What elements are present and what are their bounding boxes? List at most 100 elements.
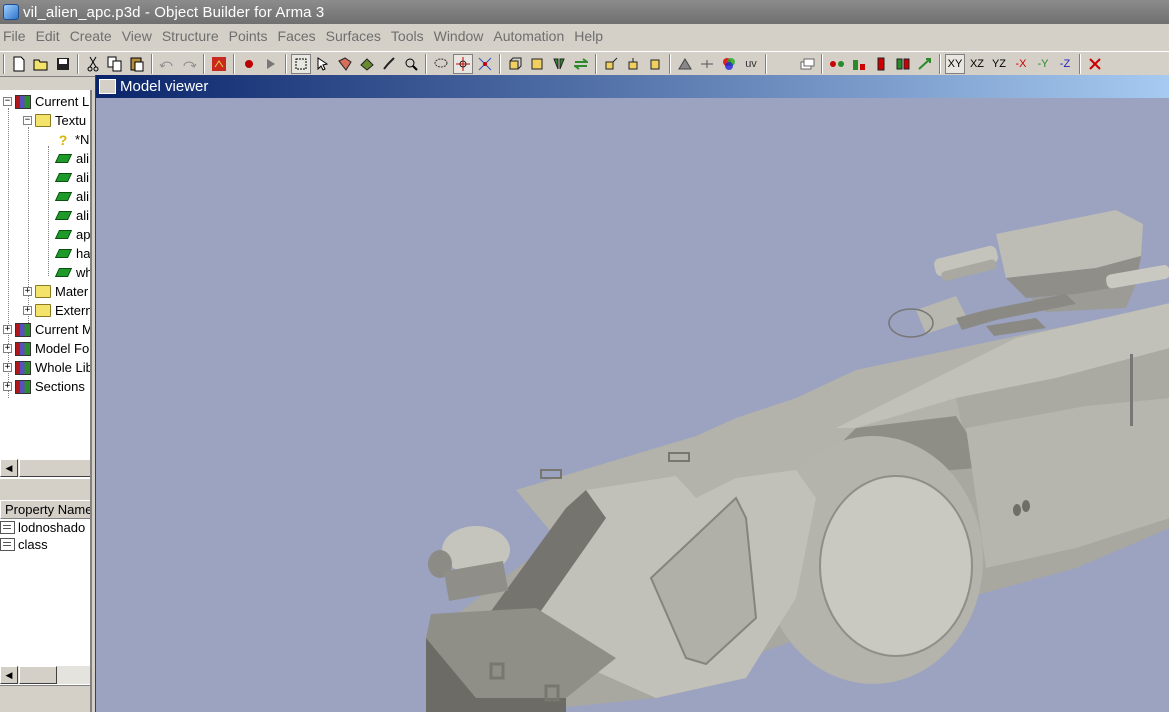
expand-icon[interactable]: +: [23, 306, 32, 315]
flip-button[interactable]: [571, 54, 591, 74]
tree-item-current-model[interactable]: + Current M: [3, 320, 92, 339]
panel-splitter[interactable]: [0, 479, 90, 500]
property-row[interactable]: lodnoshado: [0, 519, 85, 536]
brush-button[interactable]: [379, 54, 399, 74]
copy-button[interactable]: [105, 54, 125, 74]
tree-item-current-library[interactable]: − Current L: [3, 92, 89, 111]
menu-tools[interactable]: Tools: [388, 28, 431, 44]
rotate-tool-button[interactable]: [475, 54, 495, 74]
property-name-header[interactable]: Property Name: [0, 500, 90, 519]
view-neg-z-button[interactable]: -Z: [1055, 54, 1075, 74]
paint-button[interactable]: [357, 54, 377, 74]
view-neg-y-button[interactable]: -Y: [1033, 54, 1053, 74]
extrude-button[interactable]: [623, 54, 643, 74]
uv-button[interactable]: uv: [741, 54, 761, 74]
tree-item-textures[interactable]: − Textu: [23, 111, 86, 130]
transform-button[interactable]: [601, 54, 621, 74]
points-red-button[interactable]: [827, 54, 847, 74]
redo-button[interactable]: [179, 54, 199, 74]
tree-item-texture[interactable]: ha: [54, 244, 90, 263]
disable-button[interactable]: [1085, 54, 1105, 74]
box-tool-button[interactable]: [505, 54, 525, 74]
menu-edit[interactable]: Edit: [33, 28, 67, 44]
tree-horizontal-scrollbar[interactable]: ◀: [0, 458, 90, 477]
property-row[interactable]: class: [0, 536, 48, 553]
save-button[interactable]: [53, 54, 73, 74]
menu-create[interactable]: Create: [67, 28, 119, 44]
tree-item-texture[interactable]: ali: [54, 149, 89, 168]
view-neg-x-button[interactable]: -X: [1011, 54, 1031, 74]
undo-button[interactable]: [157, 54, 177, 74]
tree-item-texture[interactable]: ali: [54, 168, 89, 187]
toolbar-separator: [1079, 54, 1081, 74]
properties-horizontal-scrollbar[interactable]: ◀: [0, 665, 90, 684]
library-icon: [15, 379, 31, 394]
menu-structure[interactable]: Structure: [159, 28, 226, 44]
open-file-button[interactable]: [31, 54, 51, 74]
cut-button[interactable]: [83, 54, 103, 74]
model-viewer-title-bar[interactable]: Model viewer: [96, 75, 1169, 98]
menu-help[interactable]: Help: [571, 28, 610, 44]
expand-icon[interactable]: +: [3, 382, 12, 391]
play-button[interactable]: [261, 54, 281, 74]
tree-item-model-folder[interactable]: + Model Fo: [3, 339, 89, 358]
scale-button[interactable]: [645, 54, 665, 74]
toolbar-separator: [499, 54, 501, 74]
menu-automation[interactable]: Automation: [490, 28, 571, 44]
menu-surfaces[interactable]: Surfaces: [323, 28, 388, 44]
tree-item-texture[interactable]: ali: [54, 187, 89, 206]
scroll-left-icon[interactable]: ◀: [0, 459, 18, 477]
square-tool-button[interactable]: [527, 54, 547, 74]
collapse-icon[interactable]: −: [3, 97, 12, 106]
select-face-button[interactable]: [335, 54, 355, 74]
pyramid-button[interactable]: [675, 54, 695, 74]
record-button[interactable]: [239, 54, 259, 74]
axis-yz-label: YZ: [991, 58, 1007, 70]
menu-view[interactable]: View: [119, 28, 159, 44]
scroll-thumb[interactable]: [19, 666, 57, 684]
tree-item-texture[interactable]: ? *N: [57, 130, 90, 149]
color-button[interactable]: [719, 54, 739, 74]
scroll-thumb[interactable]: [19, 459, 90, 477]
folder-icon: [35, 304, 51, 317]
lasso-button[interactable]: [431, 54, 451, 74]
pair-button[interactable]: [893, 54, 913, 74]
view-yz-button[interactable]: YZ: [989, 54, 1009, 74]
square-icon: [531, 58, 543, 70]
paste-button[interactable]: [127, 54, 147, 74]
menu-faces[interactable]: Faces: [275, 28, 323, 44]
menu-points[interactable]: Points: [226, 28, 275, 44]
tree-item-texture[interactable]: ali: [54, 206, 89, 225]
connect-button[interactable]: [697, 54, 717, 74]
3d-viewport[interactable]: [96, 98, 1169, 712]
zoom-button[interactable]: [401, 54, 421, 74]
arrow-icon: [918, 58, 931, 70]
view-xz-button[interactable]: XZ: [967, 54, 987, 74]
collapse-icon[interactable]: −: [23, 116, 32, 125]
bars-button[interactable]: [849, 54, 869, 74]
view-xy-button[interactable]: XY: [945, 54, 965, 74]
expand-icon[interactable]: +: [3, 344, 12, 353]
expand-icon[interactable]: +: [3, 325, 12, 334]
new-file-button[interactable]: [9, 54, 29, 74]
mirror-button[interactable]: [549, 54, 569, 74]
red-tool-button[interactable]: [209, 54, 229, 74]
battery-button[interactable]: [871, 54, 891, 74]
expand-icon[interactable]: +: [3, 363, 12, 372]
tree-item-materials[interactable]: + Mater: [23, 282, 88, 301]
tree-item-texture[interactable]: ap: [54, 225, 90, 244]
menu-file[interactable]: File: [0, 28, 33, 44]
move-tool-button[interactable]: [453, 54, 473, 74]
tree-item-sections[interactable]: + Sections: [3, 377, 85, 396]
tree-item-label: Current M: [35, 322, 92, 337]
select-tool-button[interactable]: [291, 54, 311, 74]
expand-icon[interactable]: +: [23, 287, 32, 296]
tree-item-whole-library[interactable]: + Whole Lib: [3, 358, 90, 377]
tree-item-external[interactable]: + Extern: [23, 301, 90, 320]
arrow-green-button[interactable]: [915, 54, 935, 74]
select-arrow-button[interactable]: [313, 54, 333, 74]
layers-button[interactable]: [797, 54, 817, 74]
scroll-left-icon[interactable]: ◀: [0, 666, 18, 684]
menu-window[interactable]: Window: [431, 28, 491, 44]
tree-item-texture[interactable]: wh: [54, 263, 90, 282]
